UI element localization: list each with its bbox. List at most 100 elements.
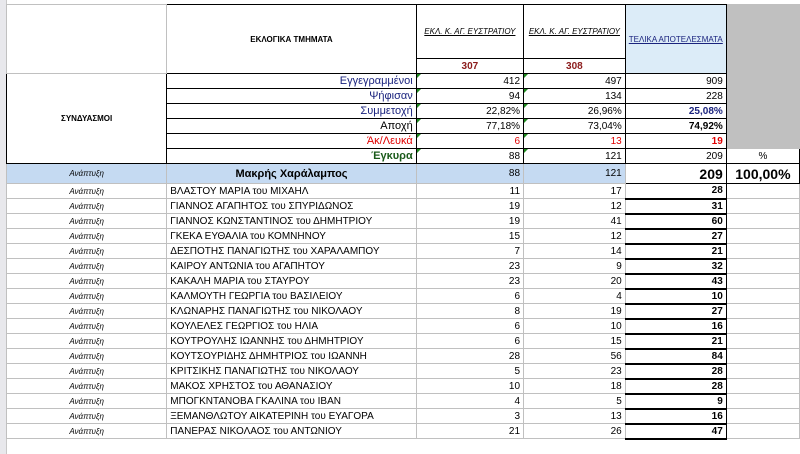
party-name[interactable]: Ανάπτυξη	[5, 183, 168, 199]
candidate-votes-total[interactable]: 21	[624, 333, 727, 350]
party-name[interactable]: Ανάπτυξη	[5, 363, 168, 379]
header-col-c[interactable]: ΕΚΛ. Κ. ΑΓ. ΕΥΣΤΡΑΤΙΟΥ	[415, 4, 525, 59]
candidate-row[interactable]: Ανάπτυξη ΞΕΜΑΝΘΛΩΤΟΥ ΑΙΚΑΤΕΡΙΝΗ του ΕΥΑΓΟ…	[5, 408, 800, 425]
party-name[interactable]: Ανάπτυξη	[5, 378, 168, 394]
candidate-votes-total[interactable]: 28	[624, 378, 727, 395]
candidate-name[interactable]: ΚΑΛΜΟΥΤΗ ΓΕΩΡΓΙΑ του ΒΑΣΙΛΕΙΟΥ	[166, 288, 417, 304]
cell-empty[interactable]	[725, 363, 800, 379]
candidate-votes-307[interactable]: 19	[415, 198, 525, 214]
candidate-votes-307[interactable]: 19	[415, 213, 525, 229]
candidate-name[interactable]: ΓΙΑΝΝΟΣ ΚΩΝΣΤΑΝΤΙΝΟΣ του ΔΗΜΗΤΡΙΟΥ	[166, 213, 417, 229]
candidate-votes-total[interactable]: 27	[624, 303, 727, 320]
candidate-name[interactable]: ΒΛΑΣΤΟΥ ΜΑΡΙΑ του ΜΙΧΑΗΛ	[166, 183, 417, 199]
candidate-votes-307[interactable]: 15	[415, 228, 525, 244]
party-name[interactable]: Ανάπτυξη	[5, 333, 168, 349]
candidate-votes-308[interactable]: 9	[523, 258, 626, 274]
cell-blank-a1[interactable]	[5, 4, 168, 74]
stat-label[interactable]: Έγκυρα	[166, 148, 417, 164]
stat-value-307[interactable]: 77,18%	[415, 118, 525, 134]
candidate-name[interactable]: ΚΛΩΝΑΡΗΣ ΠΑΝΑΓΙΩΤΗΣ του ΝΙΚΟΛΑΟΥ	[166, 303, 417, 319]
candidate-votes-308[interactable]: 4	[523, 288, 626, 304]
candidate-votes-308[interactable]: 23	[523, 363, 626, 379]
candidate-votes-307[interactable]: 23	[415, 258, 525, 274]
stat-value-308[interactable]: 73,04%	[523, 118, 626, 134]
stat-value-308[interactable]: 13	[523, 133, 626, 149]
cell-empty[interactable]	[725, 213, 800, 229]
candidate-votes-307[interactable]: 7	[415, 243, 525, 259]
candidate-row[interactable]: Ανάπτυξη ΓΙΑΝΝΟΣ ΚΩΝΣΤΑΝΤΙΝΟΣ του ΔΗΜΗΤΡΙ…	[5, 213, 800, 230]
candidate-votes-307[interactable]: 6	[415, 333, 525, 349]
stat-label[interactable]: Άκ/Λευκά	[166, 133, 417, 149]
stat-label[interactable]: Συμμετοχή	[166, 103, 417, 119]
candidate-name[interactable]: ΜΑΚΟΣ ΧΡΗΣΤΟΣ του ΑΘΑΝΑΣΙΟΥ	[166, 378, 417, 394]
candidate-votes-308[interactable]: 20	[523, 273, 626, 289]
party-name[interactable]: Ανάπτυξη	[5, 423, 168, 439]
cell-empty[interactable]	[725, 333, 800, 349]
candidate-votes-308[interactable]: 13	[523, 408, 626, 424]
candidate-votes-307[interactable]: 21	[415, 423, 525, 439]
candidate-votes-total[interactable]: 60	[624, 213, 727, 230]
stat-value-total[interactable]: 909	[624, 73, 727, 89]
party-name[interactable]: Ανάπτυξη	[5, 213, 168, 229]
cell-empty[interactable]	[725, 183, 800, 199]
stat-label[interactable]: Ψήφισαν	[166, 88, 417, 104]
candidate-votes-total[interactable]: 9	[624, 393, 727, 410]
leader-name[interactable]: Μακρής Χαράλαμπος	[166, 163, 417, 184]
cell-empty[interactable]	[725, 318, 800, 334]
candidate-name[interactable]: ΜΠΟΓΚΝΤΑΝΟΒΑ ΓΚΑΛΙΝΑ του ΙΒΑΝ	[166, 393, 417, 409]
candidate-row[interactable]: Ανάπτυξη ΜΑΚΟΣ ΧΡΗΣΤΟΣ του ΑΘΑΝΑΣΙΟΥ 10 18 2…	[5, 378, 800, 395]
party-name[interactable]: Ανάπτυξη	[5, 408, 168, 424]
candidate-name[interactable]: ΚΟΥΤΡΟΥΛΗΣ ΙΩΑΝΝΗΣ του ΔΗΜΗΤΡΙΟΥ	[166, 333, 417, 349]
stat-label[interactable]: Αποχή	[166, 118, 417, 134]
candidate-votes-307[interactable]: 28	[415, 348, 525, 364]
candidate-votes-308[interactable]: 5	[523, 393, 626, 409]
cell-empty[interactable]	[725, 273, 800, 289]
candidate-row[interactable]: Ανάπτυξη ΚΑΙΡΟΥ ΑΝΤΩΝΙΑ του ΑΓΑΠΗΤΟΥ 23 9 32	[5, 258, 800, 275]
candidate-row[interactable]: Ανάπτυξη ΔΕΣΠΟΤΗΣ ΠΑΝΑΓΙΩΤΗΣ του ΧΑΡΑΛΑΜΠ…	[5, 243, 800, 260]
stat-value-307[interactable]: 412	[415, 73, 525, 89]
candidate-row[interactable]: Ανάπτυξη ΚΟΥΤΣΟΥΡΙΔΗΣ ΔΗΜΗΤΡΙΟΣ του ΙΩΑΝΝ…	[5, 348, 800, 365]
stat-value-total[interactable]: 25,08%	[624, 103, 727, 119]
candidate-votes-total[interactable]: 16	[624, 318, 727, 335]
candidate-votes-307[interactable]: 5	[415, 363, 525, 379]
leader-votes-307[interactable]: 88	[415, 163, 525, 184]
candidate-votes-308[interactable]: 14	[523, 243, 626, 259]
candidate-votes-308[interactable]: 12	[523, 228, 626, 244]
candidate-votes-307[interactable]: 8	[415, 303, 525, 319]
cell-empty[interactable]	[725, 303, 800, 319]
candidate-votes-total[interactable]: 31	[624, 198, 727, 215]
candidate-votes-308[interactable]: 12	[523, 198, 626, 214]
leader-percent[interactable]: 100,00%	[725, 163, 800, 184]
cell-empty[interactable]	[725, 258, 800, 274]
candidate-name[interactable]: ΠΑΝΕΡΑΣ ΝΙΚΟΛΑΟΣ του ΑΝΤΩΝΙΟΥ	[166, 423, 417, 439]
leader-votes-total[interactable]: 209	[624, 163, 727, 184]
stat-value-total[interactable]: 19	[624, 133, 727, 149]
candidate-votes-308[interactable]: 18	[523, 378, 626, 394]
candidate-votes-total[interactable]: 27	[624, 228, 727, 245]
cell-empty[interactable]	[725, 348, 800, 364]
stat-value-307[interactable]: 22,82%	[415, 103, 525, 119]
cell-empty[interactable]	[725, 243, 800, 259]
candidate-row[interactable]: Ανάπτυξη ΓΙΑΝΝΟΣ ΑΓΑΠΗΤΟΣ του ΣΠΥΡΙΔΩΝΟΣ 1…	[5, 198, 800, 215]
candidate-row[interactable]: Ανάπτυξη ΒΛΑΣΤΟΥ ΜΑΡΙΑ του ΜΙΧΑΗΛ 11 17 28	[5, 183, 800, 200]
code-308[interactable]: 308	[523, 58, 626, 74]
party-name[interactable]: Ανάπτυξη	[5, 348, 168, 364]
cell-empty[interactable]	[725, 408, 800, 424]
header-final-results[interactable]: ΤΕΛΙΚΑ ΑΠΟΤΕΛΕΣΜΑΤΑ	[624, 4, 727, 74]
candidate-votes-total[interactable]: 16	[624, 408, 727, 425]
candidate-votes-total[interactable]: 47	[624, 423, 727, 440]
candidate-votes-307[interactable]: 4	[415, 393, 525, 409]
party-name[interactable]: Ανάπτυξη	[5, 258, 168, 274]
candidate-row[interactable]: Ανάπτυξη ΚΛΩΝΑΡΗΣ ΠΑΝΑΓΙΩΤΗΣ του ΝΙΚΟΛΑΟΥ…	[5, 303, 800, 320]
party-name[interactable]: Ανάπτυξη	[5, 273, 168, 289]
candidate-votes-total[interactable]: 32	[624, 258, 727, 275]
stat-value-307[interactable]: 6	[415, 133, 525, 149]
candidate-name[interactable]: ΚΟΥΤΣΟΥΡΙΔΗΣ ΔΗΜΗΤΡΙΟΣ του ΙΩΑΝΝΗ	[166, 348, 417, 364]
header-col-d[interactable]: ΕΚΛ. Κ. ΑΓ. ΕΥΣΤΡΑΤΙΟΥ	[523, 4, 626, 59]
candidate-row[interactable]: Ανάπτυξη ΜΠΟΓΚΝΤΑΝΟΒΑ ΓΚΑΛΙΝΑ του ΙΒΑΝ 4 5 9	[5, 393, 800, 410]
candidate-votes-307[interactable]: 3	[415, 408, 525, 424]
cell-empty[interactable]	[725, 423, 800, 439]
candidate-votes-total[interactable]: 28	[624, 183, 727, 200]
candidate-votes-308[interactable]: 15	[523, 333, 626, 349]
candidate-row[interactable]: Ανάπτυξη ΚΟΥΛΕΛΕΣ ΓΕΩΡΓΙΟΣ του ΗΛΙΑ 6 10 16	[5, 318, 800, 335]
